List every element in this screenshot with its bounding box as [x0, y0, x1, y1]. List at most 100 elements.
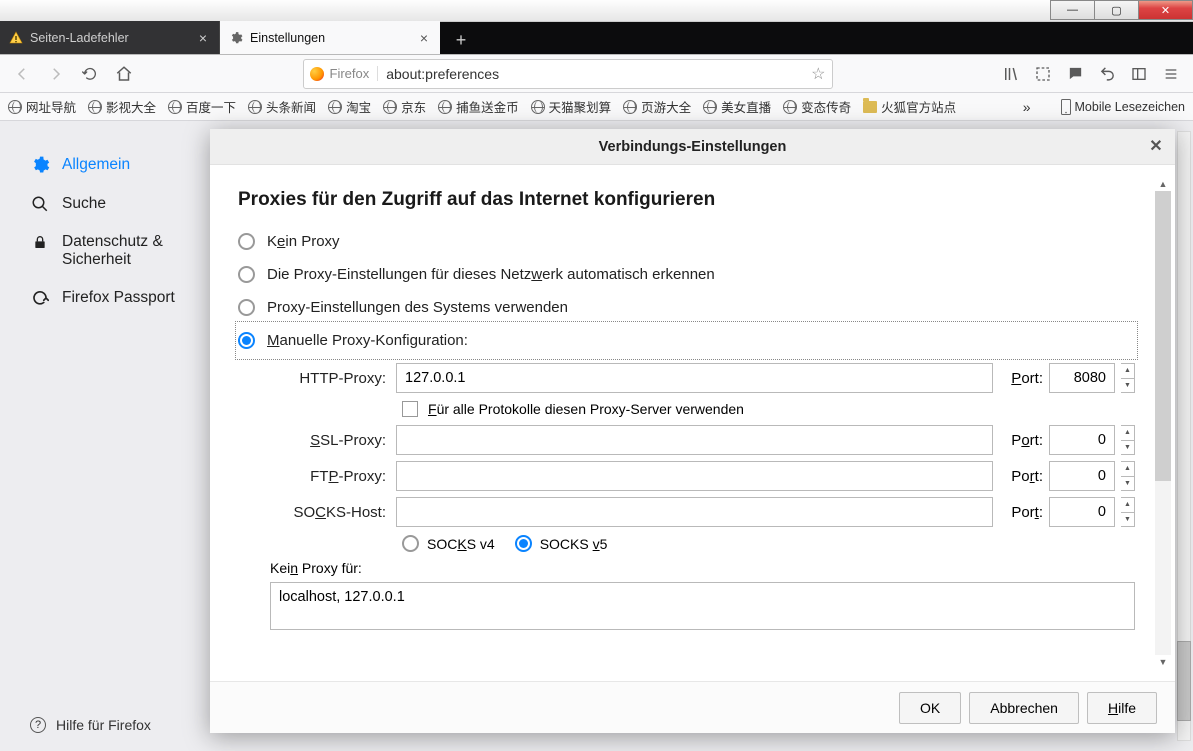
menu-button[interactable] [1155, 59, 1187, 89]
same-proxy-checkbox-row[interactable]: Für alle Protokolle diesen Proxy-Server … [402, 401, 1135, 417]
radio-auto-detect[interactable]: Die Proxy-Einstellungen für dieses Netzw… [238, 258, 1135, 291]
radio-socks4[interactable]: SOCKS v4 [402, 535, 495, 552]
cancel-button[interactable]: Abbrechen [969, 692, 1079, 724]
globe-icon [383, 100, 397, 114]
http-proxy-port-input[interactable] [1049, 363, 1115, 393]
bookmark-item[interactable]: 京东 [383, 97, 426, 116]
address-bar[interactable]: Firefox ☆ [303, 59, 833, 89]
sidebar-item-general[interactable]: Allgemein [0, 145, 210, 185]
window-close-button[interactable]: ✕ [1138, 0, 1193, 20]
port-spinner[interactable]: ▲▼ [1121, 461, 1135, 491]
identity-box[interactable]: Firefox [310, 66, 379, 81]
tab-close-icon[interactable]: × [416, 30, 432, 46]
bookmark-item[interactable]: 网址导航 [8, 97, 76, 116]
scroll-thumb[interactable] [1177, 641, 1191, 721]
undo-icon[interactable] [1091, 59, 1123, 89]
scroll-thumb[interactable] [1155, 191, 1171, 481]
bookmark-label: 捕鱼送金币 [456, 97, 519, 116]
sidebar-label: Datenschutz & [62, 233, 163, 251]
manual-proxy-panel: HTTP-Proxy: Port: ▲▼ Für alle Protokolle… [270, 363, 1135, 552]
bookmark-label: 影视大全 [106, 97, 156, 116]
radio-icon [238, 266, 255, 283]
sidebar-item-search[interactable]: Suche [0, 185, 210, 223]
port-spinner[interactable]: ▲▼ [1121, 363, 1135, 393]
mobile-bookmarks-button[interactable]: Mobile Lesezeichen [1061, 99, 1186, 115]
bookmark-label: 美女直播 [721, 97, 771, 116]
window-maximize-button[interactable]: ▢ [1094, 0, 1139, 20]
back-button[interactable] [6, 59, 38, 89]
radio-manual-proxy[interactable]: Manuelle Proxy-Konfiguration: [238, 324, 1135, 357]
bookmark-item[interactable]: 页游大全 [623, 97, 691, 116]
tab-strip: Seiten-Ladefehler × Einstellungen × + [0, 22, 1193, 55]
ftp-proxy-host-input[interactable] [396, 461, 993, 491]
tab-page-load-error[interactable]: Seiten-Ladefehler × [0, 21, 220, 54]
port-spinner[interactable]: ▲▼ [1121, 497, 1135, 527]
bookmark-item[interactable]: 天猫聚划算 [531, 97, 612, 116]
help-button[interactable]: Hilfe [1087, 692, 1157, 724]
bookmark-label: 火狐官方站点 [881, 97, 956, 116]
dialog-title: Verbindungs-Einstellungen [599, 139, 787, 155]
radio-no-proxy[interactable]: Kein Proxy [238, 225, 1135, 258]
sidebar-button[interactable] [1123, 59, 1155, 89]
bookmark-item[interactable]: 淘宝 [328, 97, 371, 116]
globe-icon [623, 100, 637, 114]
warning-icon [8, 30, 24, 46]
bookmark-label: 天猫聚划算 [549, 97, 612, 116]
new-tab-button[interactable]: + [446, 26, 476, 54]
globe-icon [248, 100, 262, 114]
window-titlebar: — ▢ ✕ [0, 0, 1193, 22]
bookmark-item[interactable]: 捕鱼送金币 [438, 97, 519, 116]
ok-button[interactable]: OK [899, 692, 961, 724]
radio-socks5[interactable]: SOCKS v5 [515, 535, 608, 552]
home-button[interactable] [108, 59, 140, 89]
globe-icon [328, 100, 342, 114]
forward-button[interactable] [40, 59, 72, 89]
socks-port-input[interactable] [1049, 497, 1115, 527]
ssl-proxy-port-input[interactable] [1049, 425, 1115, 455]
radio-icon [238, 299, 255, 316]
scroll-down-icon[interactable]: ▼ [1155, 655, 1171, 669]
sidebar-item-passport[interactable]: Firefox Passport [0, 279, 210, 317]
bookmark-item[interactable]: 变态传奇 [783, 97, 851, 116]
library-button[interactable] [995, 59, 1027, 89]
globe-icon [8, 100, 22, 114]
radio-icon [238, 233, 255, 250]
globe-icon [88, 100, 102, 114]
window-minimize-button[interactable]: — [1050, 0, 1095, 20]
tab-title: Seiten-Ladefehler [30, 31, 195, 45]
help-link[interactable]: ? Hilfe für Firefox [30, 717, 151, 733]
ssl-proxy-host-input[interactable] [396, 425, 993, 455]
no-proxy-textarea[interactable]: localhost, 127.0.0.1 [270, 582, 1135, 630]
preferences-sidebar: Allgemein Suche Datenschutz & Sicherheit… [0, 121, 210, 751]
sidebar-item-privacy[interactable]: Datenschutz & Sicherheit [0, 223, 210, 279]
radio-system-proxy[interactable]: Proxy-Einstellungen des Systems verwende… [238, 291, 1135, 324]
url-input[interactable] [386, 66, 811, 82]
bookmark-item[interactable]: 头条新闻 [248, 97, 316, 116]
chat-icon[interactable] [1059, 59, 1091, 89]
socks-host-input[interactable] [396, 497, 993, 527]
ftp-proxy-port-input[interactable] [1049, 461, 1115, 491]
http-proxy-label: HTTP-Proxy: [270, 370, 390, 387]
dialog-heading: Proxies für den Zugriff auf das Internet… [238, 189, 1135, 211]
dialog-body: Proxies für den Zugriff auf das Internet… [210, 165, 1175, 681]
scroll-up-icon[interactable]: ▲ [1155, 177, 1171, 191]
bookmark-item[interactable]: 影视大全 [88, 97, 156, 116]
dialog-scrollbar[interactable]: ▲ ▼ [1155, 177, 1171, 669]
reload-button[interactable] [74, 59, 106, 89]
bookmark-folder[interactable]: 火狐官方站点 [863, 97, 956, 116]
tab-close-icon[interactable]: × [195, 30, 211, 46]
bookmark-label: 头条新闻 [266, 97, 316, 116]
http-proxy-host-input[interactable] [396, 363, 993, 393]
port-spinner[interactable]: ▲▼ [1121, 425, 1135, 455]
mobile-bookmarks-label: Mobile Lesezeichen [1075, 100, 1186, 114]
globe-icon [703, 100, 717, 114]
dialog-close-button[interactable]: ✕ [1143, 133, 1169, 159]
bookmarks-overflow-button[interactable]: » [1023, 99, 1031, 115]
bookmark-item[interactable]: 美女直播 [703, 97, 771, 116]
bookmark-star-icon[interactable]: ☆ [811, 64, 825, 84]
bookmark-label: 京东 [401, 97, 426, 116]
tab-settings[interactable]: Einstellungen × [220, 21, 440, 54]
bookmark-item[interactable]: 百度一下 [168, 97, 236, 116]
help-icon: ? [30, 717, 46, 733]
screenshot-button[interactable] [1027, 59, 1059, 89]
